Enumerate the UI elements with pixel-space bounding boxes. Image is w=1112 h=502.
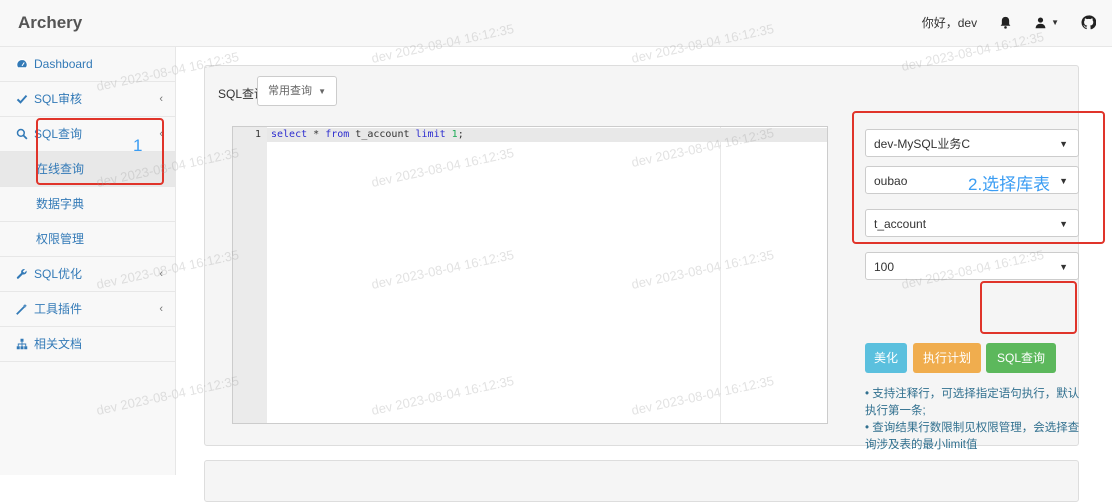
sidebar-item-sql-query[interactable]: SQL查询 ‹ <box>0 117 175 152</box>
dashboard-icon <box>16 58 30 70</box>
code-text: t_account <box>349 129 416 140</box>
sidebar-item-label: Dashboard <box>34 57 93 71</box>
code-keyword: select <box>271 129 308 140</box>
user-greeting: 你好，dev <box>921 16 978 30</box>
print-margin <box>720 127 721 423</box>
wrench-icon <box>16 268 30 280</box>
line-number: 1 <box>254 129 261 140</box>
instance-value: dev-MySQL业务C <box>874 137 971 151</box>
sidebar-item-label: 工具插件 <box>34 302 83 316</box>
explain-button[interactable]: 执行计划 <box>913 343 981 373</box>
sql-editor[interactable]: 1 select * from t_account limit 1; <box>232 126 828 424</box>
annotation-step-2: 2.选择库表 <box>968 175 1051 194</box>
code-keyword: limit <box>415 129 446 140</box>
sidebar-subitem-privileges[interactable]: 权限管理 <box>0 222 175 257</box>
sidebar-item-sql-review[interactable]: SQL审核 ‹ <box>0 82 175 117</box>
chevron-down-icon: ▼ <box>1059 262 1068 272</box>
instance-select[interactable]: dev-MySQL业务C ▼ <box>865 129 1079 157</box>
github-icon[interactable] <box>1081 15 1096 30</box>
table-select[interactable]: t_account ▼ <box>865 209 1079 237</box>
brand-logo[interactable]: Archery <box>18 13 82 33</box>
check-icon <box>16 93 30 105</box>
database-value: oubao <box>874 174 908 188</box>
chevron-down-icon: ▼ <box>1059 139 1068 149</box>
chevron-left-icon: ‹ <box>159 303 163 315</box>
chevron-down-icon: ‹ <box>159 128 163 140</box>
sidebar: Dashboard SQL审核 ‹ SQL查询 ‹ 在线查询 数据字典 权限管理… <box>0 47 176 475</box>
code-keyword: from <box>325 129 350 140</box>
table-value: t_account <box>874 217 927 231</box>
magic-icon <box>16 303 30 315</box>
sql-query-button[interactable]: SQL查询 <box>986 343 1056 373</box>
results-panel <box>204 460 1079 502</box>
sidebar-item-tools[interactable]: 工具插件 ‹ <box>0 292 175 327</box>
chevron-down-icon: ▼ <box>1051 18 1059 27</box>
code-text: * <box>307 129 326 140</box>
chevron-down-icon: ▼ <box>1059 219 1068 229</box>
code-text: ; <box>457 129 464 140</box>
limit-value: 100 <box>874 260 895 274</box>
tip-line-2: • 查询结果行数限制见权限管理，会选择查询涉及表的最小limit值 <box>865 422 1080 451</box>
editor-gutter: 1 <box>233 127 267 423</box>
sidebar-subitem-data-dictionary[interactable]: 数据字典 <box>0 187 175 222</box>
common-query-button[interactable]: 常用查询 ▼ <box>257 76 337 106</box>
sidebar-item-label: SQL查询 <box>34 127 83 141</box>
top-navbar: Archery 你好，dev ▼ <box>0 0 1112 47</box>
sidebar-subitem-online-query[interactable]: 在线查询 <box>0 152 175 187</box>
sidebar-item-label: 相关文档 <box>34 337 83 351</box>
common-query-label: 常用查询 <box>268 85 312 97</box>
chevron-down-icon: ▼ <box>318 87 326 96</box>
sidebar-item-dashboard[interactable]: Dashboard <box>0 47 175 82</box>
chevron-left-icon: ‹ <box>159 268 163 280</box>
chevron-down-icon: ▼ <box>1059 176 1068 186</box>
sidebar-item-docs[interactable]: 相关文档 <box>0 327 175 362</box>
sidebar-item-label: SQL优化 <box>34 267 83 281</box>
bell-icon[interactable] <box>999 16 1012 29</box>
sidebar-item-sql-optimize[interactable]: SQL优化 ‹ <box>0 257 175 292</box>
chevron-left-icon: ‹ <box>159 93 163 105</box>
beautify-button[interactable]: 美化 <box>865 343 907 373</box>
user-menu-icon[interactable]: ▼ <box>1034 16 1059 29</box>
annotation-step-1: 1 <box>133 136 143 155</box>
limit-select[interactable]: 100 ▼ <box>865 252 1079 280</box>
sitemap-icon <box>16 338 30 350</box>
tip-line-1: • 支持注释行，可选择指定语句执行，默认执行第一条; <box>865 388 1080 417</box>
search-icon <box>16 128 30 140</box>
navbar-right: 你好，dev ▼ <box>922 14 1096 31</box>
code-line: select * from t_account limit 1; <box>271 129 464 140</box>
help-tips: • 支持注释行，可选择指定语句执行，默认执行第一条; • 查询结果行数限制见权限… <box>865 386 1080 454</box>
sidebar-item-label: SQL审核 <box>34 92 83 106</box>
